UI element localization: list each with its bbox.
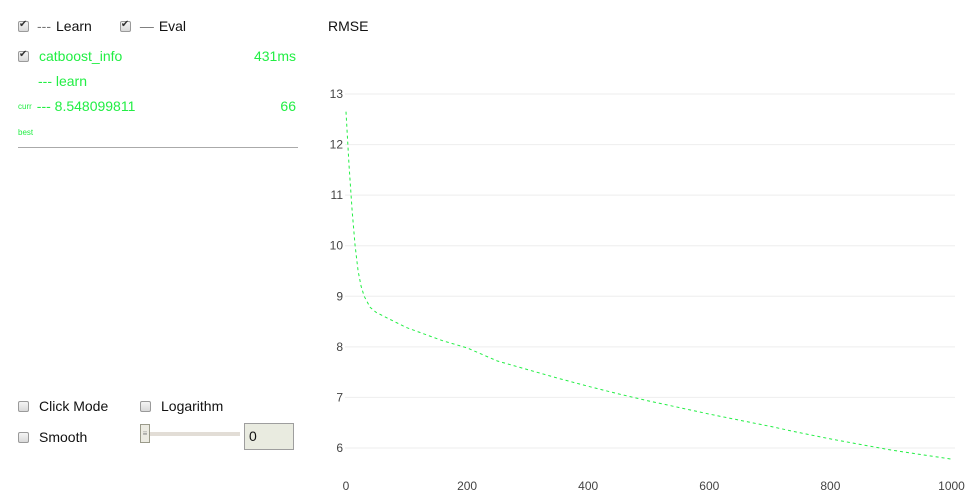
y-tick-label: 13 xyxy=(330,87,344,101)
y-tick-label: 6 xyxy=(336,441,343,455)
x-tick-label: 200 xyxy=(457,479,477,493)
x-tick-label: 1000 xyxy=(938,479,965,493)
y-tick-label: 9 xyxy=(336,289,343,303)
y-tick-label: 12 xyxy=(330,138,344,152)
x-tick-label: 600 xyxy=(699,479,719,493)
series-line-learn[interactable] xyxy=(345,111,952,460)
x-tick-label: 800 xyxy=(820,479,840,493)
y-tick-label: 10 xyxy=(330,239,344,253)
y-tick-label: 8 xyxy=(336,340,343,354)
y-tick-label: 11 xyxy=(331,188,344,202)
rmse-chart[interactable]: 6 7 8 9 10 11 12 13 0 200 400 600 800 1000 xyxy=(0,0,966,503)
x-tick-label: 0 xyxy=(343,479,350,493)
y-tick-label: 7 xyxy=(336,390,343,404)
x-tick-label: 400 xyxy=(578,479,598,493)
